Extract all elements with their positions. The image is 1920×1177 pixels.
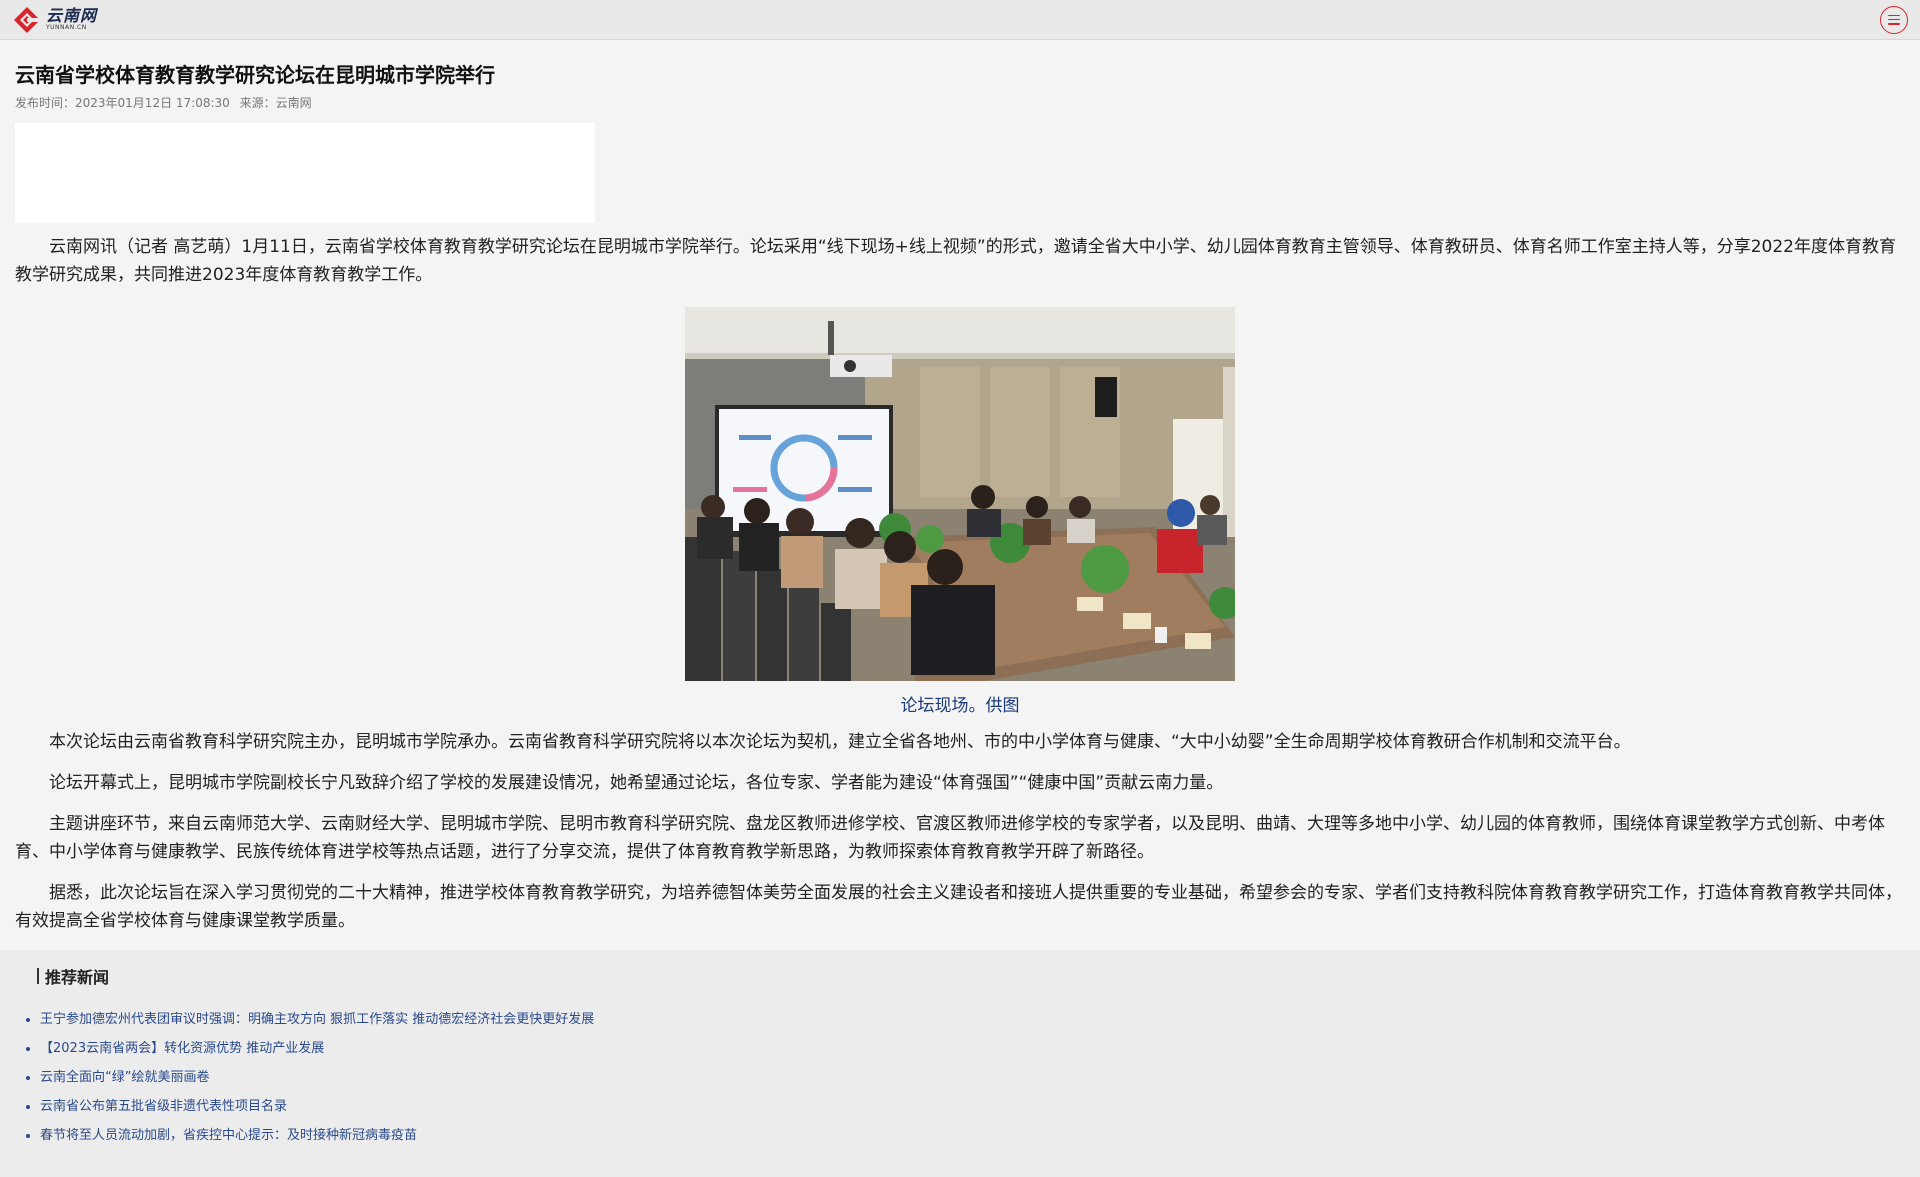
recommend-link[interactable]: 春节将至人员流动加剧，省疾控中心提示：及时接种新冠病毒疫苗 [40,1128,417,1143]
list-item: 【2023云南省两会】转化资源优势 推动产业发展 [40,1039,1920,1058]
article: 云南省学校体育教育教学研究论坛在昆明城市学院举行 发布时间：2023年01月12… [0,62,1920,935]
recommend-link[interactable]: 云南省公布第五批省级非遗代表性项目名录 [40,1099,287,1114]
photo-caption: 论坛现场。供图 [900,696,1020,716]
logo-icon [14,6,41,33]
article-paragraph: 论坛开幕式上，昆明城市学院副校长宁凡致辞介绍了学校的发展建设情况，她希望通过论坛… [49,773,1224,793]
article-title: 云南省学校体育教育教学研究论坛在昆明城市学院举行 [15,63,495,87]
recommended-news: 推荐新闻 王宁参加德宏州代表团审议时强调：明确主攻方向 狠抓工作落实 推动德宏经… [0,950,1920,1177]
list-item: 云南全面向“绿”绘就美丽画卷 [40,1068,1920,1087]
recommend-heading: 推荐新闻 [37,964,1920,988]
site-logo[interactable]: 云南网 YUNNAN.CN [12,5,97,35]
recommend-link[interactable]: 王宁参加德宏州代表团审议时强调：明确主攻方向 狠抓工作落实 推动德宏经济社会更快… [40,1012,594,1027]
article-figure: 论坛现场。供图 [15,307,1905,718]
menu-icon [1888,14,1900,25]
recommend-link[interactable]: 云南全面向“绿”绘就美丽画卷 [40,1070,209,1085]
heading-bar-icon [37,968,39,984]
logo-subtext: YUNNAN.CN [46,24,87,31]
menu-button[interactable] [1880,5,1908,34]
forum-photo [685,307,1235,681]
list-item: 云南省公布第五批省级非遗代表性项目名录 [40,1097,1920,1116]
list-item: 王宁参加德宏州代表团审议时强调：明确主攻方向 狠抓工作落实 推动德宏经济社会更快… [40,1010,1920,1029]
list-item: 春节将至人员流动加剧，省疾控中心提示：及时接种新冠病毒疫苗 [40,1126,1920,1145]
recommend-link[interactable]: 【2023云南省两会】转化资源优势 推动产业发展 [40,1041,324,1056]
article-meta: 发布时间：2023年01月12日 17:08:30 来源：云南网 [15,94,1905,111]
logo-text: 云南网 [46,6,98,25]
article-paragraph: 本次论坛由云南省教育科学研究院主办，昆明城市学院承办。云南省教育科学研究院将以本… [49,732,1631,752]
article-paragraph: 主题讲座环节，来自云南师范大学、云南财经大学、昆明城市学院、昆明市教育科学研究院… [15,814,1885,862]
article-paragraph: 云南网讯（记者 高艺萌）1月11日，云南省学校体育教育教学研究论坛在昆明城市学院… [15,237,1896,285]
publish-time: 发布时间：2023年01月12日 17:08:30 [15,96,230,110]
recommend-title: 推荐新闻 [45,968,110,987]
article-source: 来源：云南网 [239,96,312,110]
top-bar: 云南网 YUNNAN.CN [0,0,1920,40]
article-paragraph: 据悉，此次论坛旨在深入学习贯彻党的二十大精神，推进学校体育教育教学研究，为培养德… [15,883,1902,931]
recommend-list: 王宁参加德宏州代表团审议时强调：明确主攻方向 狠抓工作落实 推动德宏经济社会更快… [0,1010,1920,1145]
ad-placeholder [15,123,595,223]
